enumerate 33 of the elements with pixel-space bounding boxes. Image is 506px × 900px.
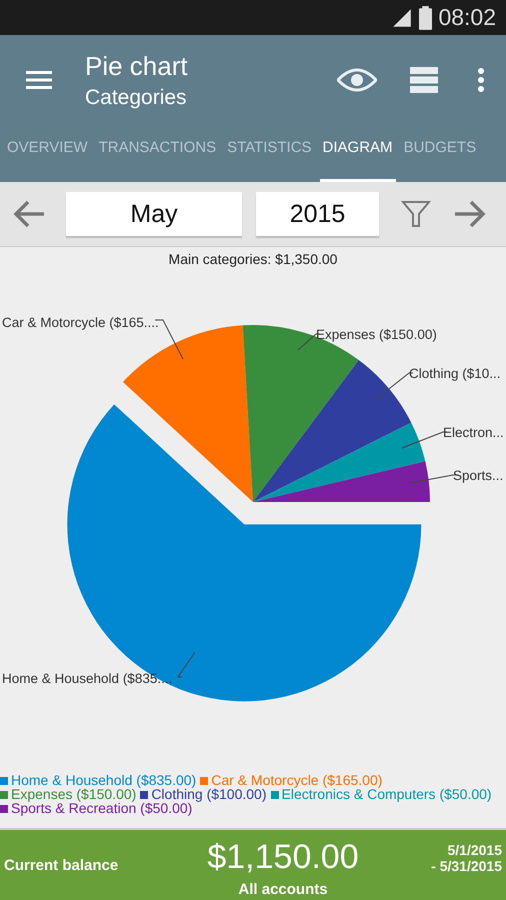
balance-label: Current balance [4,856,120,874]
leader-line [177,652,196,678]
accounts-label: All accounts [238,881,328,898]
signal-icon [391,6,414,28]
balance-amount: $1,150.00 [207,838,359,877]
forward-arrow-icon[interactable] [453,199,487,229]
menu-icon[interactable] [26,70,52,90]
clock: 08:02 [438,4,496,31]
date-from: 5/1/2015 [446,842,502,858]
more-icon[interactable] [478,68,484,92]
legend-label: Expenses ($150.00) [11,786,136,802]
date-to: - 5/31/2015 [430,858,502,874]
legend-label: Car & Motorcycle ($165.00) [211,772,382,788]
slice-label: Sports... [453,468,504,483]
eye-icon[interactable] [337,68,377,92]
chart-title: Main categories: $1,350.00 [168,251,338,267]
list-icon[interactable] [410,67,438,93]
filter-icon[interactable] [401,199,431,229]
tab[interactable]: OVERVIEW [4,125,91,182]
tab[interactable]: BUDGETS [400,125,480,182]
tab[interactable]: STATISTICS [224,125,315,182]
screen-subtitle: Categories [85,86,188,110]
slice-label: Clothing ($10... [409,366,501,381]
legend-label: Home & Household ($835.00) [11,772,196,788]
tab[interactable]: TRANSACTIONS [96,125,220,182]
battery-icon [419,6,432,30]
back-arrow-icon[interactable] [12,199,46,229]
year-field[interactable]: 2015 [256,192,379,236]
slice-label: Expenses ($150.00) [316,327,437,342]
month-field[interactable]: May [66,192,242,236]
slice-label: Car & Motorcycle ($165.... [2,315,159,330]
slice-label: Electron... [443,425,504,440]
screen-title: Pie chart [85,50,189,82]
